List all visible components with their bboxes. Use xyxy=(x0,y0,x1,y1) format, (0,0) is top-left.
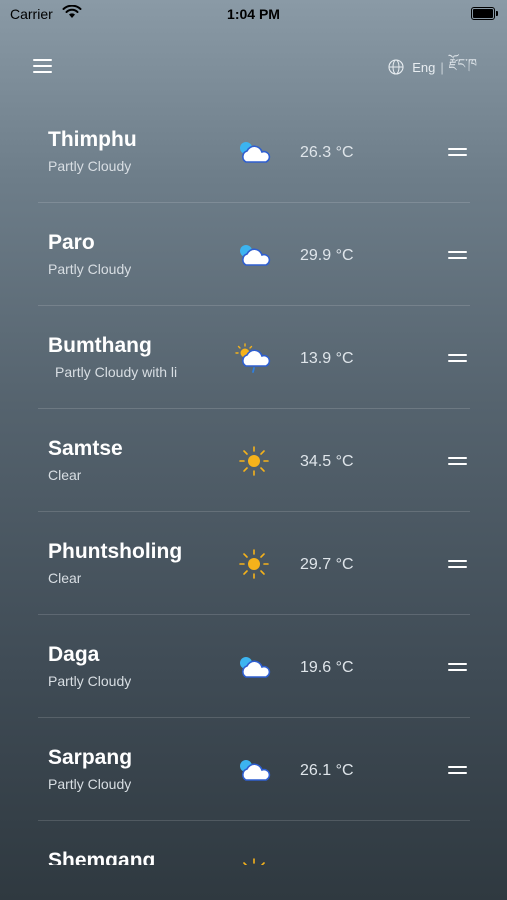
partly-cloudy-light-rain-icon xyxy=(235,343,271,373)
city-weather-list: Thimphu Partly Cloudy 26.3 °C Paro Partl… xyxy=(38,100,470,865)
partly-cloudy-icon xyxy=(240,657,271,678)
city-row[interactable]: Samtse Clear 34.5 °C xyxy=(38,409,470,512)
lang-english-option[interactable]: Eng xyxy=(412,60,435,75)
lang-separator: | xyxy=(440,59,444,75)
drag-handle-icon[interactable] xyxy=(448,457,467,467)
city-row[interactable]: Daga Partly Cloudy 19.6 °C xyxy=(38,615,470,718)
battery-icon xyxy=(471,7,499,20)
drag-handle-icon[interactable] xyxy=(448,251,467,261)
city-name: Phuntsholing xyxy=(48,540,183,563)
drag-handle-icon[interactable] xyxy=(448,663,467,673)
temperature: 19.6 °C xyxy=(300,659,354,676)
partly-cloudy-icon xyxy=(240,142,271,163)
temperature: 13.9 °C xyxy=(300,350,354,367)
city-name: Paro xyxy=(48,231,95,254)
city-row[interactable]: Sarpang Partly Cloudy 26.1 °C xyxy=(38,718,470,821)
city-name: Shemgang xyxy=(48,849,156,865)
city-row[interactable]: Thimphu Partly Cloudy 26.3 °C xyxy=(38,100,470,203)
city-row[interactable]: Phuntsholing Clear 29.7 °C xyxy=(38,512,470,615)
sun-icon xyxy=(239,446,269,476)
temperature: 26.3 °C xyxy=(300,144,354,161)
language-switcher: Eng | རྫོང་ཁ xyxy=(388,56,477,76)
partly-cloudy-icon xyxy=(240,245,271,266)
city-row[interactable]: Bumthang Partly Cloudy with li 13.9 °C xyxy=(38,306,470,409)
city-name: Sarpang xyxy=(48,746,133,769)
drag-handle-icon[interactable] xyxy=(448,148,467,158)
city-row[interactable]: Shemgang xyxy=(38,821,470,865)
sun-icon xyxy=(239,549,269,579)
temperature: 29.9 °C xyxy=(300,247,354,264)
temperature: 29.7 °C xyxy=(300,556,354,573)
weather-condition: Partly Cloudy xyxy=(48,158,132,174)
drag-handle-icon[interactable] xyxy=(448,766,467,776)
weather-condition: Partly Cloudy xyxy=(48,673,132,689)
weather-condition: Clear xyxy=(48,570,82,586)
lang-dzongkha-option[interactable]: རྫོང་ཁ xyxy=(449,49,477,86)
city-row[interactable]: Paro Partly Cloudy 29.9 °C xyxy=(38,203,470,306)
hamburger-menu-icon[interactable] xyxy=(33,59,52,74)
weather-condition: Clear xyxy=(48,467,82,483)
temperature: 26.1 °C xyxy=(300,762,354,779)
weather-condition: Partly Cloudy with li xyxy=(55,364,178,380)
sun-icon xyxy=(243,858,265,865)
city-name: Bumthang xyxy=(48,334,152,357)
partly-cloudy-icon xyxy=(240,760,271,781)
city-name: Samtse xyxy=(48,437,123,460)
weather-condition: Partly Cloudy xyxy=(48,261,132,277)
city-name: Thimphu xyxy=(48,128,137,151)
drag-handle-icon[interactable] xyxy=(448,560,467,570)
status-time: 1:04 PM xyxy=(227,6,280,22)
city-name: Daga xyxy=(48,643,100,666)
temperature: 34.5 °C xyxy=(300,453,354,470)
drag-handle-icon[interactable] xyxy=(448,354,467,364)
globe-icon[interactable] xyxy=(388,59,404,75)
weather-condition: Partly Cloudy xyxy=(48,776,132,792)
status-bar: Carrier 1:04 PM xyxy=(0,0,507,28)
